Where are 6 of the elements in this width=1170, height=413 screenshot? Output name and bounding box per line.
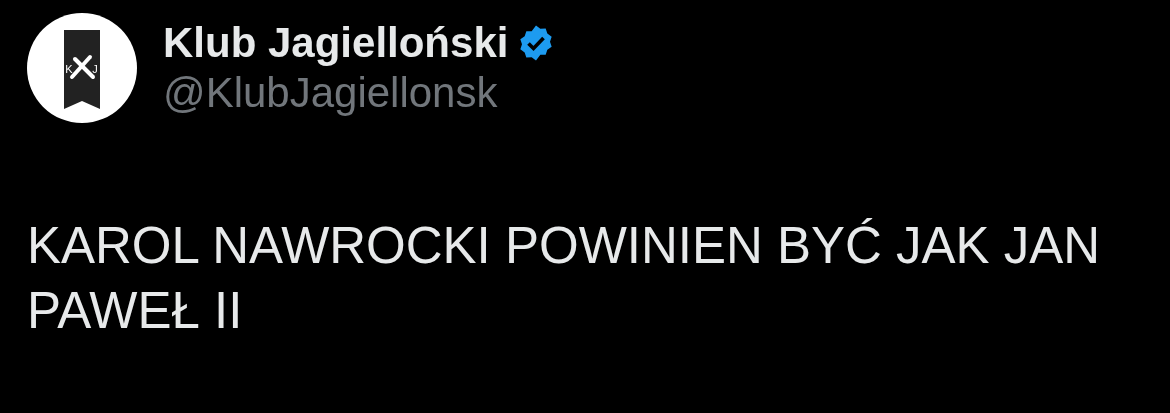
account-handle[interactable]: @KlubJagiellonsk bbox=[163, 68, 557, 119]
account-name[interactable]: Klub Jagielloński bbox=[163, 17, 509, 68]
tweet-text: KAROL NAWROCKI POWINIEN BYĆ JAK JAN PAWEŁ II bbox=[27, 216, 1102, 341]
logo-letter: J bbox=[92, 63, 98, 75]
logo-letter: K bbox=[65, 63, 73, 75]
avatar-logo-icon[interactable]: K J bbox=[27, 13, 137, 123]
